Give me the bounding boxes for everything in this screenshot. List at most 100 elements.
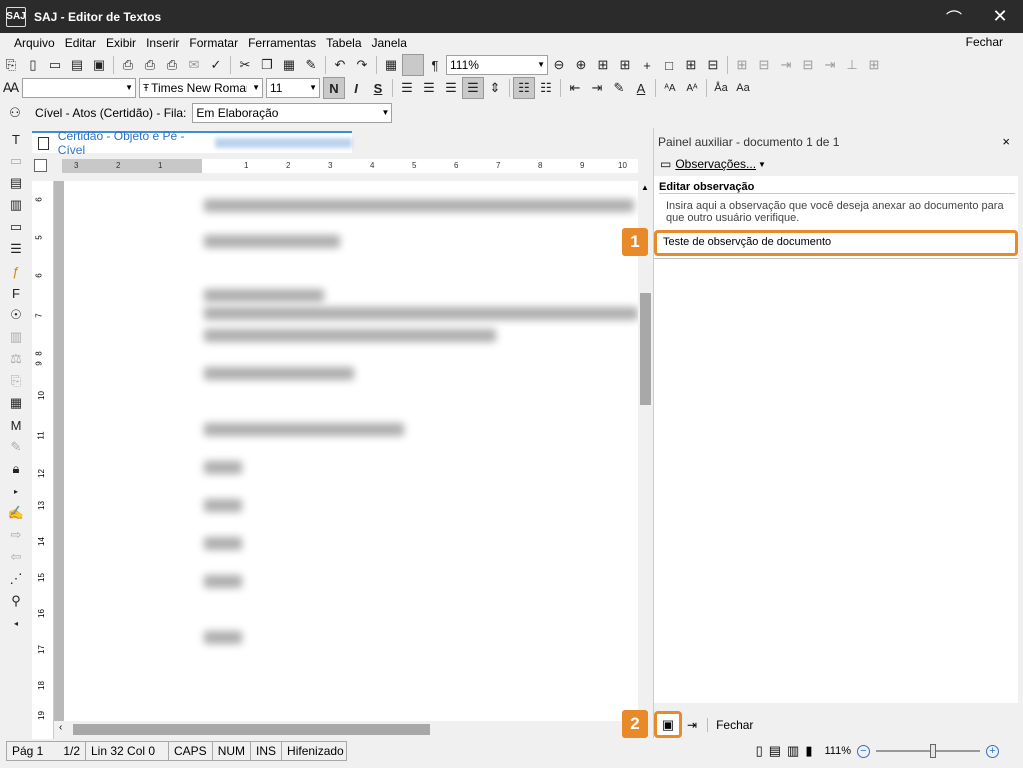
print-icon[interactable]: ⎙ <box>117 54 139 76</box>
web-view-icon[interactable]: ▥ <box>787 743 799 759</box>
arrow-small-icon[interactable]: ▸ <box>0 480 32 502</box>
print-preview-icon[interactable]: ⎙ <box>139 54 161 76</box>
highlight-icon[interactable]: ✎ <box>608 77 630 99</box>
lock-icon[interactable]: 🔒︎ <box>0 458 32 480</box>
zoom-out-icon[interactable]: ⊖ <box>548 54 570 76</box>
new-from-template-icon[interactable]: ⎘ <box>0 54 22 76</box>
signature-icon[interactable]: ✍ <box>0 502 32 524</box>
cut-icon[interactable]: ✂ <box>234 54 256 76</box>
columns-icon[interactable]: ▥ <box>0 326 32 348</box>
font-size-combo[interactable]: 11 ▼ <box>266 78 320 98</box>
document-list-icon[interactable]: ☰ <box>0 238 32 260</box>
menu-fechar[interactable]: Fechar <box>966 35 1003 49</box>
zoom-in-icon[interactable]: ⊕ <box>570 54 592 76</box>
zoom-slider-thumb[interactable] <box>930 744 936 758</box>
stamp-icon[interactable]: ⚖ <box>0 348 32 370</box>
copy-icon[interactable]: ❐ <box>256 54 278 76</box>
zoom-minus-button[interactable]: − <box>857 744 870 758</box>
export-icon[interactable]: ⇨ <box>0 524 32 546</box>
spellcheck-icon[interactable]: ✓ <box>205 54 227 76</box>
document-tab[interactable]: Certidão - Objeto e Pé - Cível <box>32 129 352 157</box>
case-icon[interactable]: Åa <box>710 77 732 99</box>
align-left-icon[interactable]: ☰ <box>396 77 418 99</box>
table-horizontal-icon[interactable]: ⊟ <box>702 54 724 76</box>
zoom-plus-button[interactable]: + <box>986 744 999 758</box>
merge-cells-icon[interactable]: ⊞ <box>731 54 753 76</box>
clear-format-icon[interactable]: Aa <box>732 77 754 99</box>
underline-button[interactable]: S <box>367 77 389 99</box>
function-icon[interactable]: ƒ <box>0 260 32 282</box>
open-folder-icon[interactable]: ▭ <box>44 54 66 76</box>
award-icon[interactable]: ☉ <box>0 304 32 326</box>
tab-stop-selector[interactable] <box>34 159 47 172</box>
variables-icon[interactable]: ▥ <box>0 194 32 216</box>
table-props-icon[interactable]: ⊞ <box>863 54 885 76</box>
formula-icon[interactable]: F <box>0 282 32 304</box>
line-spacing-icon[interactable]: ⇕ <box>484 77 506 99</box>
scroll-left-icon[interactable]: ‹ <box>59 722 62 733</box>
pilcrow-icon[interactable]: ¶ <box>424 54 446 76</box>
observation-input[interactable]: Teste de observção de documento <box>654 230 1018 256</box>
delete-column-icon[interactable]: ⊥ <box>841 54 863 76</box>
insert-column-icon[interactable]: ⇥ <box>819 54 841 76</box>
panel-fechar-button[interactable]: Fechar <box>707 717 753 732</box>
insert-table-icon[interactable]: ▦ <box>380 54 402 76</box>
exit-icon[interactable]: ⇥ <box>687 718 697 732</box>
save-observation-button[interactable]: ▣ <box>654 711 682 738</box>
document-page[interactable] <box>64 181 638 721</box>
observacoes-dropdown[interactable]: Observações... <box>675 157 756 171</box>
menu-inserir[interactable]: Inserir <box>146 36 179 50</box>
page-view-icon[interactable]: ▯ <box>756 743 763 759</box>
text-tool-icon[interactable]: T <box>0 128 32 150</box>
menu-exibir[interactable]: Exibir <box>106 36 136 50</box>
email-icon[interactable]: ✉ <box>183 54 205 76</box>
import-icon[interactable]: ⇦ <box>0 546 32 568</box>
menu-formatar[interactable]: Formatar <box>189 36 238 50</box>
insert-row-icon[interactable]: ⇥ <box>775 54 797 76</box>
horizontal-scroll-thumb[interactable] <box>73 724 430 735</box>
close-window-button[interactable]: ✕ <box>977 0 1023 33</box>
menu-tabela[interactable]: Tabela <box>326 36 361 50</box>
table-inner-borders-icon[interactable]: ⊞ <box>614 54 636 76</box>
open-recent-icon[interactable]: ▤ <box>66 54 88 76</box>
align-center-icon[interactable]: ☰ <box>418 77 440 99</box>
format-painter-icon[interactable]: ✎ <box>300 54 322 76</box>
delete-row-icon[interactable]: ⊟ <box>797 54 819 76</box>
increase-indent-icon[interactable]: ⇥ <box>586 77 608 99</box>
numbered-list-icon[interactable]: ☷ <box>535 77 557 99</box>
forms-icon[interactable]: ▤ <box>0 172 32 194</box>
draft-view-icon[interactable]: ▤ <box>769 743 781 759</box>
horizontal-ruler[interactable]: 3 2 1 1 2 3 4 5 6 7 8 9 10 <box>62 159 638 173</box>
paint-icon[interactable]: ⚲ <box>0 590 32 612</box>
queue-combo[interactable]: Em Elaboração ▼ <box>192 103 393 123</box>
menu-editar[interactable]: Editar <box>65 36 96 50</box>
split-cells-icon[interactable]: ⊟ <box>753 54 775 76</box>
calendar-icon[interactable]: ▦ <box>0 392 32 414</box>
vertical-scroll-thumb[interactable] <box>640 293 651 405</box>
vertical-scrollbar[interactable]: ▲ <box>638 181 653 721</box>
panel-close-button[interactable]: × <box>1002 134 1010 149</box>
edit-icon[interactable]: ✎ <box>0 436 32 458</box>
undo-icon[interactable]: ↶ <box>329 54 351 76</box>
menu-janela[interactable]: Janela <box>372 36 407 50</box>
bold-button[interactable]: N <box>323 77 345 99</box>
font-color-icon[interactable]: A <box>630 77 652 99</box>
book-view-icon[interactable]: ▮ <box>805 743 812 759</box>
align-justify-icon[interactable]: ☰ <box>462 77 484 99</box>
arrow-left-small-icon[interactable]: ◂ <box>0 612 32 634</box>
redo-icon[interactable]: ↷ <box>351 54 373 76</box>
bullet-list-icon[interactable]: ☷ <box>513 77 535 99</box>
insert-field-icon[interactable]: ▭ <box>0 150 32 172</box>
save-icon[interactable]: ▣ <box>88 54 110 76</box>
minimize-icon[interactable]: ⌒ <box>931 0 977 33</box>
model-icon[interactable]: M <box>0 414 32 436</box>
print-setup-icon[interactable]: ⎙ <box>161 54 183 76</box>
paste-icon[interactable]: ▦ <box>278 54 300 76</box>
decrease-indent-icon[interactable]: ⇤ <box>564 77 586 99</box>
observation-text-area[interactable] <box>654 258 1018 703</box>
table-vertical-icon[interactable]: ⊞ <box>680 54 702 76</box>
zoom-slider[interactable] <box>876 744 980 758</box>
link-icon[interactable]: ⎘ <box>0 370 32 392</box>
horizontal-scrollbar[interactable]: ‹ <box>54 721 638 737</box>
italic-button[interactable]: I <box>345 77 367 99</box>
